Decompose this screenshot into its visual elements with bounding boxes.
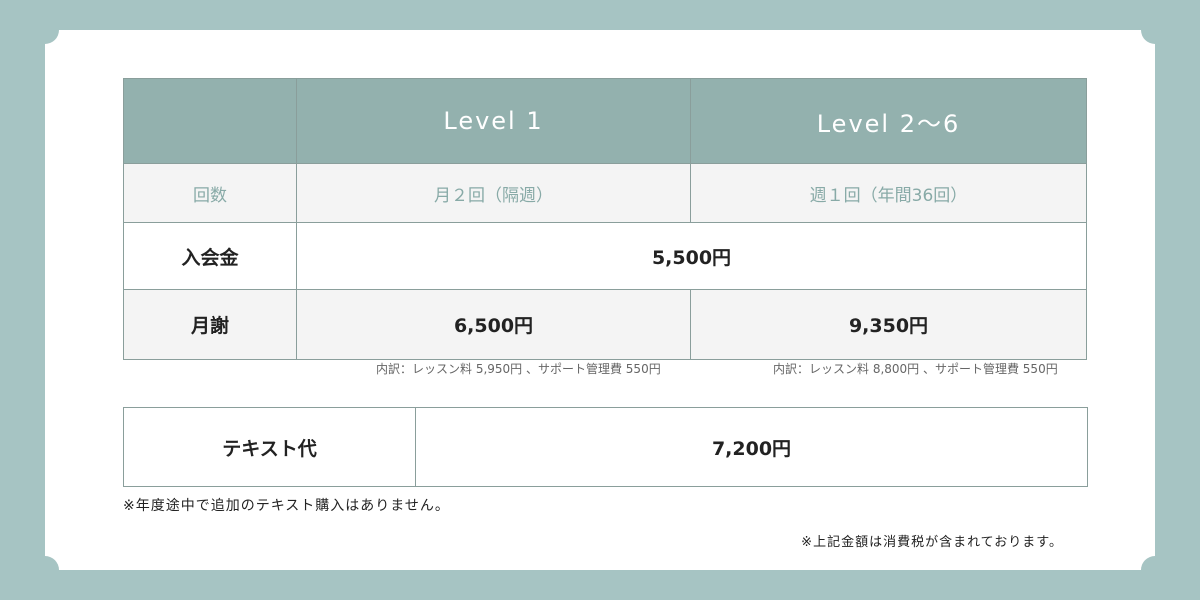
- breakdown-note-level1: 内訳：レッスン料 5,950円 、サポート管理費 550円: [376, 362, 661, 376]
- header-level1: Level 1: [296, 79, 690, 163]
- admission-fee-label: 入会金: [181, 246, 239, 269]
- pricing-table: Level 1 Level 2〜6 回数 月２回（隔週） 週１回（年間36回） …: [123, 78, 1087, 360]
- frequency-level2: 週１回（年間36回）: [690, 164, 1086, 222]
- tax-note: ※上記金額は消費税が含まれております。: [801, 535, 1063, 550]
- monthly-fee-level2: 9,350円: [690, 290, 1086, 359]
- frequency-label: 回数: [193, 185, 227, 206]
- monthly-fee-label: 月謝: [190, 315, 229, 337]
- corner-notch: [31, 556, 59, 584]
- frequency-level1: 月２回（隔週）: [296, 164, 690, 222]
- monthly-fee-row: 月謝 6,500円 9,350円: [124, 289, 1086, 359]
- corner-notch: [31, 16, 59, 44]
- header-level2-6: Level 2〜6: [690, 79, 1086, 163]
- header-corner-cell: [124, 79, 296, 163]
- textbook-fee-label: テキスト代: [222, 437, 317, 460]
- frequency-row: 回数 月２回（隔週） 週１回（年間36回）: [124, 163, 1086, 222]
- table-header-row: Level 1 Level 2〜6: [124, 79, 1086, 163]
- corner-notch: [1141, 16, 1169, 44]
- textbook-fee-value: 7,200円: [415, 408, 1087, 486]
- textbook-fee-table: テキスト代 7,200円: [123, 407, 1088, 487]
- pricing-card: Level 1 Level 2〜6 回数 月２回（隔週） 週１回（年間36回） …: [31, 16, 1169, 584]
- textbook-note: ※年度途中で追加のテキスト購入はありません。: [123, 498, 450, 514]
- corner-notch: [1141, 556, 1169, 584]
- admission-fee-value: 5,500円: [296, 223, 1086, 289]
- monthly-fee-level1: 6,500円: [296, 290, 690, 359]
- breakdown-note-level2: 内訳：レッスン料 8,800円 、サポート管理費 550円: [773, 362, 1058, 376]
- admission-fee-row: 入会金 5,500円: [124, 222, 1086, 289]
